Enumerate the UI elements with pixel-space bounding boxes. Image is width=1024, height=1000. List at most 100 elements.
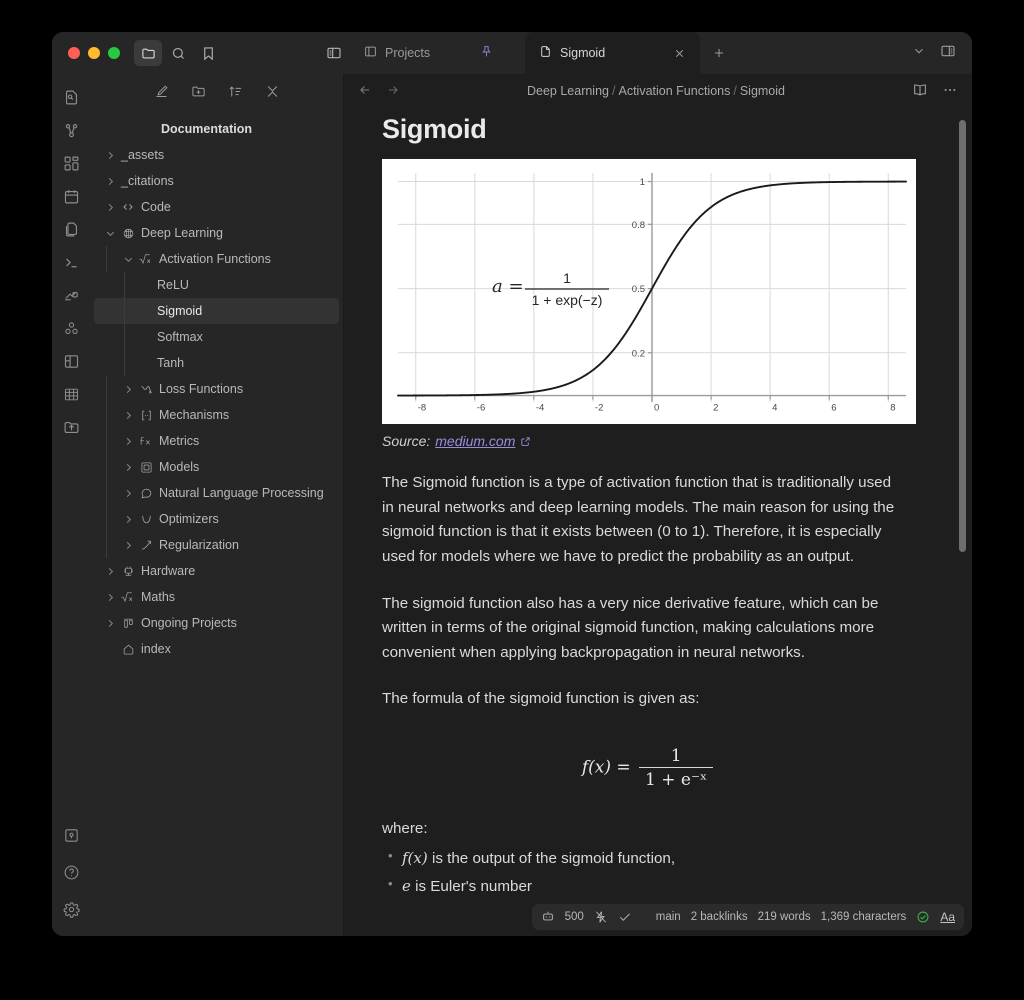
chevron-right-icon[interactable] xyxy=(102,592,118,603)
tree-item-natural-language-processing[interactable]: Natural Language Processing xyxy=(94,480,339,506)
vertical-scrollbar[interactable] xyxy=(959,120,966,552)
chevron-right-icon[interactable] xyxy=(120,488,136,499)
help-icon[interactable] xyxy=(60,861,82,883)
right-sidebar-toggle-icon[interactable] xyxy=(940,43,956,64)
tab-sigmoid[interactable]: Sigmoid xyxy=(525,32,700,74)
vault-icon[interactable] xyxy=(60,824,82,846)
collapse-all-icon[interactable] xyxy=(265,84,280,104)
font-size-button[interactable]: Aa xyxy=(940,910,955,924)
sync-ok-icon[interactable] xyxy=(916,910,930,924)
x-tick-label: -4 xyxy=(536,403,544,414)
folder-icon[interactable] xyxy=(134,40,162,66)
tree-item-optimizers[interactable]: Optimizers xyxy=(94,506,339,532)
table-icon[interactable] xyxy=(60,383,82,405)
bullet-math-1: e xyxy=(402,877,411,895)
sort-icon[interactable] xyxy=(228,84,243,104)
tree-item-tanh[interactable]: Tanh xyxy=(94,350,339,376)
chevron-right-icon[interactable] xyxy=(120,410,136,421)
tree-indent-guide xyxy=(124,350,125,376)
tree-item-code[interactable]: Code xyxy=(94,194,339,220)
more-options-icon[interactable] xyxy=(942,82,958,101)
bookmark-icon[interactable] xyxy=(194,40,222,66)
tree-item-models[interactable]: Models xyxy=(94,454,339,480)
flash-off-icon[interactable] xyxy=(594,910,608,924)
settings-icon[interactable] xyxy=(60,898,82,920)
calendar-icon[interactable] xyxy=(60,185,82,207)
new-note-icon[interactable] xyxy=(154,84,169,104)
chevron-right-icon[interactable] xyxy=(102,176,118,187)
robot-icon[interactable] xyxy=(541,910,555,924)
kanban-icon[interactable] xyxy=(60,350,82,372)
tree-item-metrics[interactable]: Metrics xyxy=(94,428,339,454)
copy-files-icon[interactable] xyxy=(60,218,82,240)
breadcrumb-item-1[interactable]: Activation Functions xyxy=(618,84,730,98)
graph-view-icon[interactable] xyxy=(60,119,82,141)
tree-item-softmax[interactable]: Softmax xyxy=(94,324,339,350)
source-link[interactable]: medium.com xyxy=(435,433,515,449)
chevron-down-icon[interactable] xyxy=(912,44,926,63)
chevron-down-icon[interactable] xyxy=(120,254,136,265)
file-search-icon[interactable] xyxy=(60,86,82,108)
tree-item-citations[interactable]: _citations xyxy=(94,168,339,194)
breadcrumb[interactable]: Deep Learning/Activation Functions/Sigmo… xyxy=(527,84,785,98)
tree-item-regularization[interactable]: Regularization xyxy=(94,532,339,558)
x-tick-label: 2 xyxy=(713,403,718,414)
tree-indent-guide xyxy=(106,402,107,428)
chevron-down-icon[interactable] xyxy=(102,228,118,239)
paragraph-1: The Sigmoid function is a type of activa… xyxy=(382,471,907,570)
chevron-right-icon[interactable] xyxy=(102,618,118,629)
close-window-button[interactable] xyxy=(68,47,80,59)
tree-item-label: index xyxy=(138,642,171,656)
annotation-lhs: a = xyxy=(492,276,524,297)
excalidraw-icon[interactable] xyxy=(60,284,82,306)
chevron-right-icon[interactable] xyxy=(120,462,136,473)
minimize-window-button[interactable] xyxy=(88,47,100,59)
import-folder-icon[interactable] xyxy=(60,416,82,438)
y-tick-label: 0.2 xyxy=(632,348,645,359)
tree-item-loss-functions[interactable]: Loss Functions xyxy=(94,376,339,402)
tree-item-index[interactable]: index xyxy=(94,636,339,662)
formula-numerator: 1 xyxy=(639,746,713,767)
pin-icon[interactable] xyxy=(480,45,493,61)
tree-item-sigmoid[interactable]: Sigmoid xyxy=(94,298,339,324)
git-branch-label[interactable]: main xyxy=(656,911,681,923)
tab-projects[interactable]: Projects xyxy=(350,32,525,74)
tree-item-deep-learning[interactable]: Deep Learning xyxy=(94,220,339,246)
document-body[interactable]: Sigmoid -8-6-4-2024680.20.50.81a =11 + e… xyxy=(344,108,972,936)
reading-mode-icon[interactable] xyxy=(912,82,928,101)
breadcrumb-item-2[interactable]: Sigmoid xyxy=(740,84,785,98)
tree-item-label: _citations xyxy=(118,174,174,188)
search-icon[interactable] xyxy=(164,40,192,66)
status-bar: 500 main 2 backlinks 219 words 1,369 cha… xyxy=(532,904,964,930)
terminal-icon[interactable] xyxy=(60,251,82,273)
tree-item-mechanisms[interactable]: Mechanisms xyxy=(94,402,339,428)
tree-item-hardware[interactable]: Hardware xyxy=(94,558,339,584)
tree-item-relu[interactable]: ReLU xyxy=(94,272,339,298)
arrow-left-icon[interactable] xyxy=(358,83,372,100)
chevron-right-icon[interactable] xyxy=(120,384,136,395)
chevron-right-icon[interactable] xyxy=(102,150,118,161)
arrow-right-icon[interactable] xyxy=(386,83,400,100)
sigmoid-chart: -8-6-4-2024680.20.50.81a =11 + exp(−z) xyxy=(382,159,916,424)
check-icon[interactable] xyxy=(618,910,632,924)
page-title: Sigmoid xyxy=(382,114,916,145)
canvas-icon[interactable] xyxy=(60,152,82,174)
external-link-icon[interactable] xyxy=(520,436,531,447)
chevron-right-icon[interactable] xyxy=(120,436,136,447)
new-folder-icon[interactable] xyxy=(191,84,206,104)
chevron-right-icon[interactable] xyxy=(102,566,118,577)
chevron-right-icon[interactable] xyxy=(102,202,118,213)
chevron-right-icon[interactable] xyxy=(120,540,136,551)
backlinks-count[interactable]: 2 backlinks xyxy=(691,911,748,923)
molecule-icon[interactable] xyxy=(60,317,82,339)
tree-item-maths[interactable]: Maths xyxy=(94,584,339,610)
close-icon[interactable] xyxy=(673,47,686,60)
tree-item-assets[interactable]: _assets xyxy=(94,142,339,168)
tree-item-activation-functions[interactable]: Activation Functions xyxy=(94,246,339,272)
tree-item-ongoing-projects[interactable]: Ongoing Projects xyxy=(94,610,339,636)
chevron-right-icon[interactable] xyxy=(120,514,136,525)
maximize-window-button[interactable] xyxy=(108,47,120,59)
left-sidebar-toggle-icon[interactable] xyxy=(320,40,348,66)
breadcrumb-item-0[interactable]: Deep Learning xyxy=(527,84,609,98)
new-tab-button[interactable] xyxy=(700,32,738,74)
